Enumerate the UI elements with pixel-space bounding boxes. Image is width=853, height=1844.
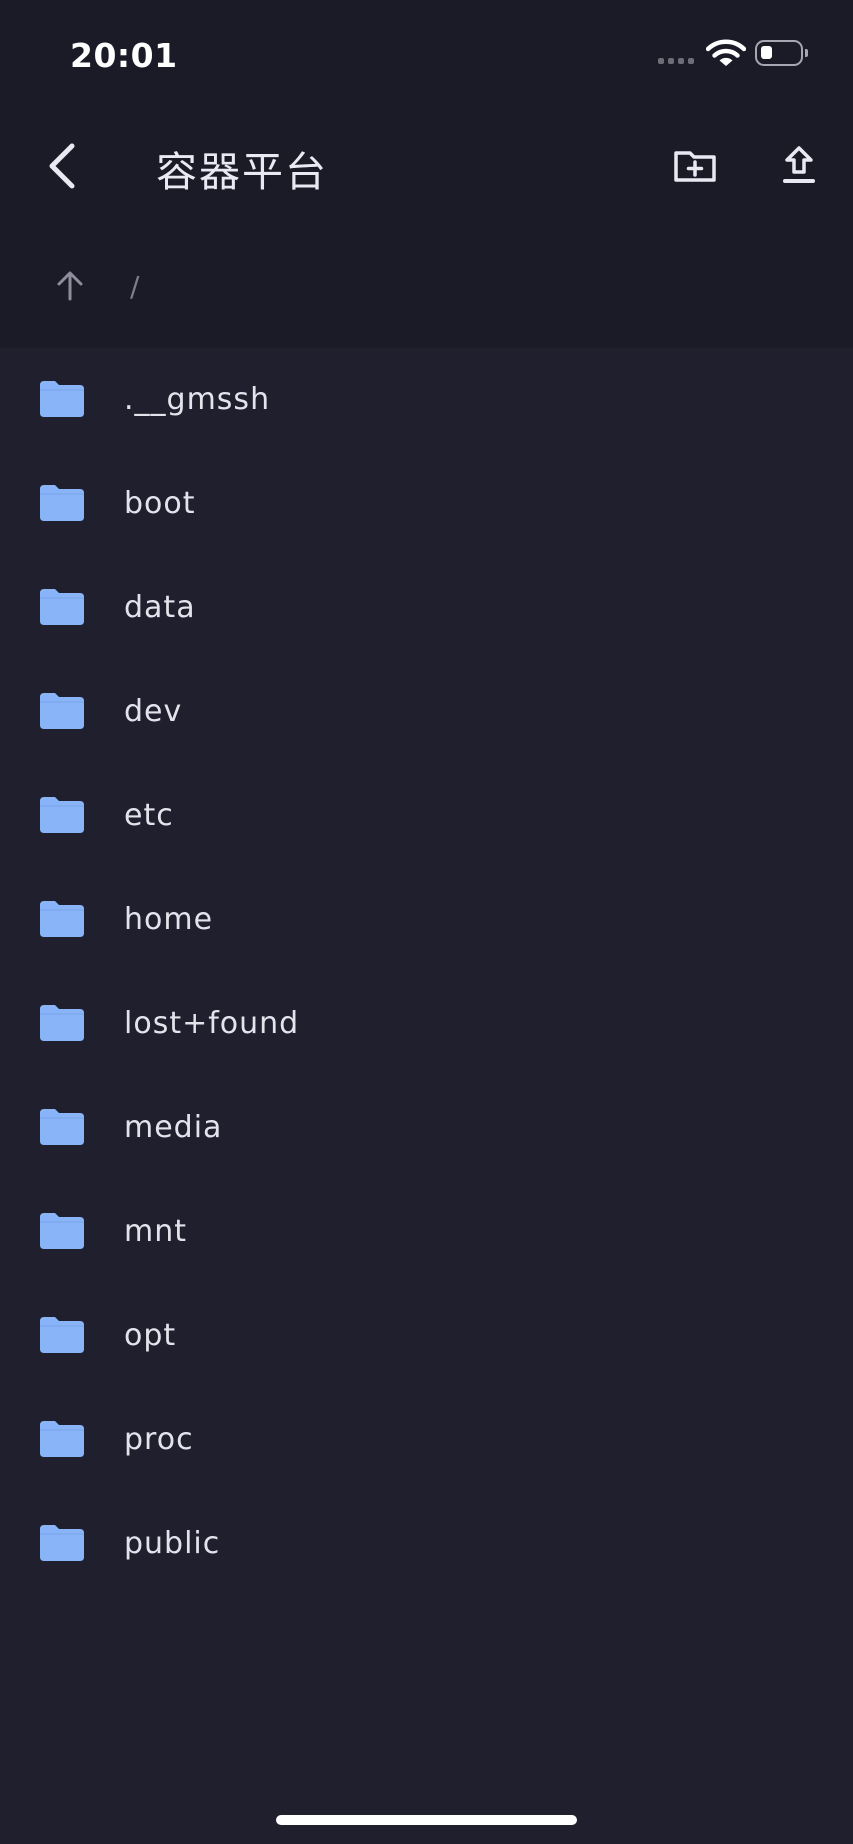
page-title: 容器平台 (156, 148, 328, 196)
home-indicator[interactable] (276, 1815, 577, 1825)
file-name: media (124, 1110, 223, 1145)
file-name: mnt (124, 1214, 187, 1249)
folder-icon (40, 1317, 84, 1353)
arrow-up-icon (57, 271, 83, 301)
navigation-bar: 容器平台 (0, 106, 853, 224)
status-bar: 20:01 (0, 0, 853, 106)
wifi-icon (705, 38, 747, 72)
new-folder-button[interactable] (671, 142, 719, 190)
folder-icon (40, 381, 84, 417)
folder-icon (40, 693, 84, 729)
folder-plus-icon (674, 151, 716, 182)
status-time: 20:01 (70, 36, 178, 75)
file-list: .__gmsshboot data dev etc home lost+found medi… (0, 348, 853, 1844)
file-name: public (124, 1526, 221, 1561)
top-bar: 20:01 容器平台 / (0, 0, 853, 348)
folder-icon (40, 797, 84, 833)
cellular-signal-icon (658, 58, 696, 66)
file-name: etc (124, 798, 174, 833)
battery-level (761, 46, 772, 59)
file-name: home (124, 902, 214, 937)
path-bar: / (0, 248, 853, 328)
file-name: proc (124, 1422, 194, 1457)
upload-icon (783, 146, 815, 183)
upload-button[interactable] (776, 142, 822, 190)
current-path: / (130, 270, 140, 303)
battery-cap (805, 49, 808, 57)
folder-icon (40, 901, 84, 937)
file-name: .__gmssh (124, 382, 271, 417)
battery-icon (755, 40, 808, 66)
folder-icon (40, 485, 84, 521)
file-name: dev (124, 694, 183, 729)
file-name: opt (124, 1318, 177, 1353)
parent-directory-button[interactable] (52, 268, 88, 304)
back-button[interactable] (40, 138, 88, 194)
chevron-left-icon (49, 143, 75, 189)
file-row[interactable]: public (0, 1482, 853, 1604)
file-name: data (124, 590, 196, 625)
folder-icon (40, 1005, 84, 1041)
folder-icon (40, 589, 84, 625)
file-name: lost+found (124, 1006, 300, 1041)
folder-icon (40, 1421, 84, 1457)
file-name: boot (124, 486, 196, 521)
folder-icon (40, 1525, 84, 1561)
folder-icon (40, 1213, 84, 1249)
folder-icon (40, 1109, 84, 1145)
